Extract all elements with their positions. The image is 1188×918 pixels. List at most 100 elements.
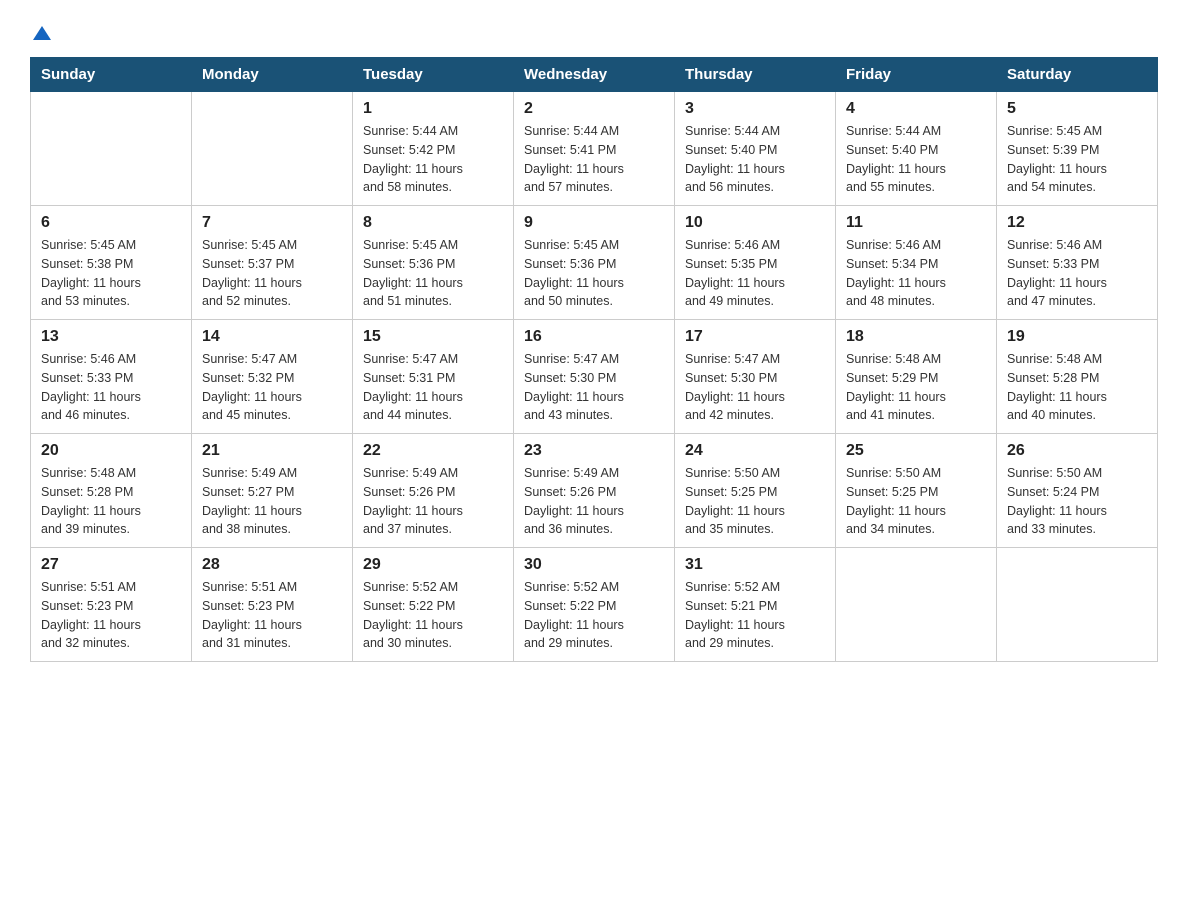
day-cell: 10 Sunrise: 5:46 AM Sunset: 5:35 PM Dayli… bbox=[675, 206, 836, 320]
day-info: Sunrise: 5:45 AM Sunset: 5:37 PM Dayligh… bbox=[202, 236, 342, 311]
day-number: 27 bbox=[41, 556, 181, 574]
day-number: 25 bbox=[846, 442, 986, 460]
day-info: Sunrise: 5:52 AM Sunset: 5:22 PM Dayligh… bbox=[363, 578, 503, 653]
day-info: Sunrise: 5:45 AM Sunset: 5:39 PM Dayligh… bbox=[1007, 122, 1147, 197]
day-info: Sunrise: 5:46 AM Sunset: 5:33 PM Dayligh… bbox=[1007, 236, 1147, 311]
day-info: Sunrise: 5:48 AM Sunset: 5:29 PM Dayligh… bbox=[846, 350, 986, 425]
day-cell: 2 Sunrise: 5:44 AM Sunset: 5:41 PM Daylig… bbox=[514, 92, 675, 206]
day-number: 14 bbox=[202, 328, 342, 346]
day-info: Sunrise: 5:47 AM Sunset: 5:30 PM Dayligh… bbox=[685, 350, 825, 425]
day-info: Sunrise: 5:50 AM Sunset: 5:25 PM Dayligh… bbox=[685, 464, 825, 539]
day-number: 19 bbox=[1007, 328, 1147, 346]
weekday-header-row: SundayMondayTuesdayWednesdayThursdayFrid… bbox=[31, 58, 1158, 92]
day-cell: 11Sunrise: 5:46 AM Sunset: 5:34 PM Dayli… bbox=[836, 206, 997, 320]
day-info: Sunrise: 5:50 AM Sunset: 5:24 PM Dayligh… bbox=[1007, 464, 1147, 539]
day-number: 1 bbox=[363, 100, 503, 118]
day-number: 23 bbox=[524, 442, 664, 460]
day-cell bbox=[31, 92, 192, 206]
day-info: Sunrise: 5:50 AM Sunset: 5:25 PM Dayligh… bbox=[846, 464, 986, 539]
day-number: 26 bbox=[1007, 442, 1147, 460]
day-info: Sunrise: 5:47 AM Sunset: 5:30 PM Dayligh… bbox=[524, 350, 664, 425]
day-number: 13 bbox=[41, 328, 181, 346]
day-info: Sunrise: 5:44 AM Sunset: 5:42 PM Dayligh… bbox=[363, 122, 503, 197]
weekday-header-saturday: Saturday bbox=[997, 58, 1158, 92]
weekday-header-tuesday: Tuesday bbox=[353, 58, 514, 92]
day-cell: 1 Sunrise: 5:44 AM Sunset: 5:42 PM Daylig… bbox=[353, 92, 514, 206]
day-cell bbox=[997, 548, 1158, 662]
day-number: 29 bbox=[363, 556, 503, 574]
weekday-header-thursday: Thursday bbox=[675, 58, 836, 92]
logo bbox=[30, 20, 51, 47]
day-info: Sunrise: 5:46 AM Sunset: 5:33 PM Dayligh… bbox=[41, 350, 181, 425]
day-number: 21 bbox=[202, 442, 342, 460]
day-number: 22 bbox=[363, 442, 503, 460]
calendar-table: SundayMondayTuesdayWednesdayThursdayFrid… bbox=[30, 57, 1158, 662]
day-cell: 14 Sunrise: 5:47 AM Sunset: 5:32 PM Dayli… bbox=[192, 320, 353, 434]
day-info: Sunrise: 5:49 AM Sunset: 5:26 PM Dayligh… bbox=[363, 464, 503, 539]
day-cell: 25 Sunrise: 5:50 AM Sunset: 5:25 PM Dayli… bbox=[836, 434, 997, 548]
day-number: 2 bbox=[524, 100, 664, 118]
week-row-4: 20Sunrise: 5:48 AM Sunset: 5:28 PM Dayli… bbox=[31, 434, 1158, 548]
day-number: 20 bbox=[41, 442, 181, 460]
day-cell: 22 Sunrise: 5:49 AM Sunset: 5:26 PM Dayli… bbox=[353, 434, 514, 548]
day-number: 18 bbox=[846, 328, 986, 346]
day-cell: 26 Sunrise: 5:50 AM Sunset: 5:24 PM Dayli… bbox=[997, 434, 1158, 548]
day-info: Sunrise: 5:47 AM Sunset: 5:32 PM Dayligh… bbox=[202, 350, 342, 425]
day-cell: 6 Sunrise: 5:45 AM Sunset: 5:38 PM Daylig… bbox=[31, 206, 192, 320]
day-cell: 28 Sunrise: 5:51 AM Sunset: 5:23 PM Dayli… bbox=[192, 548, 353, 662]
day-cell: 31Sunrise: 5:52 AM Sunset: 5:21 PM Dayli… bbox=[675, 548, 836, 662]
day-number: 5 bbox=[1007, 100, 1147, 118]
day-number: 3 bbox=[685, 100, 825, 118]
day-cell: 7Sunrise: 5:45 AM Sunset: 5:37 PM Daylig… bbox=[192, 206, 353, 320]
day-info: Sunrise: 5:45 AM Sunset: 5:36 PM Dayligh… bbox=[524, 236, 664, 311]
day-cell: 5 Sunrise: 5:45 AM Sunset: 5:39 PM Daylig… bbox=[997, 92, 1158, 206]
day-cell: 24 Sunrise: 5:50 AM Sunset: 5:25 PM Dayli… bbox=[675, 434, 836, 548]
day-info: Sunrise: 5:51 AM Sunset: 5:23 PM Dayligh… bbox=[202, 578, 342, 653]
day-number: 12 bbox=[1007, 214, 1147, 232]
day-cell: 30Sunrise: 5:52 AM Sunset: 5:22 PM Dayli… bbox=[514, 548, 675, 662]
day-info: Sunrise: 5:51 AM Sunset: 5:23 PM Dayligh… bbox=[41, 578, 181, 653]
day-info: Sunrise: 5:48 AM Sunset: 5:28 PM Dayligh… bbox=[1007, 350, 1147, 425]
week-row-5: 27 Sunrise: 5:51 AM Sunset: 5:23 PM Dayli… bbox=[31, 548, 1158, 662]
day-number: 15 bbox=[363, 328, 503, 346]
day-number: 6 bbox=[41, 214, 181, 232]
day-cell: 19 Sunrise: 5:48 AM Sunset: 5:28 PM Dayli… bbox=[997, 320, 1158, 434]
day-cell: 3 Sunrise: 5:44 AM Sunset: 5:40 PM Daylig… bbox=[675, 92, 836, 206]
day-info: Sunrise: 5:47 AM Sunset: 5:31 PM Dayligh… bbox=[363, 350, 503, 425]
weekday-header-wednesday: Wednesday bbox=[514, 58, 675, 92]
day-number: 17 bbox=[685, 328, 825, 346]
day-cell: 16 Sunrise: 5:47 AM Sunset: 5:30 PM Dayli… bbox=[514, 320, 675, 434]
day-number: 28 bbox=[202, 556, 342, 574]
day-cell: 8Sunrise: 5:45 AM Sunset: 5:36 PM Daylig… bbox=[353, 206, 514, 320]
day-number: 24 bbox=[685, 442, 825, 460]
day-info: Sunrise: 5:46 AM Sunset: 5:34 PM Dayligh… bbox=[846, 236, 986, 311]
logo-triangle-icon bbox=[33, 24, 51, 47]
day-number: 9 bbox=[524, 214, 664, 232]
day-cell: 23 Sunrise: 5:49 AM Sunset: 5:26 PM Dayli… bbox=[514, 434, 675, 548]
day-info: Sunrise: 5:44 AM Sunset: 5:41 PM Dayligh… bbox=[524, 122, 664, 197]
day-cell: 18 Sunrise: 5:48 AM Sunset: 5:29 PM Dayli… bbox=[836, 320, 997, 434]
day-number: 30 bbox=[524, 556, 664, 574]
day-cell: 4 Sunrise: 5:44 AM Sunset: 5:40 PM Daylig… bbox=[836, 92, 997, 206]
day-cell bbox=[836, 548, 997, 662]
day-cell: 27 Sunrise: 5:51 AM Sunset: 5:23 PM Dayli… bbox=[31, 548, 192, 662]
day-info: Sunrise: 5:46 AM Sunset: 5:35 PM Dayligh… bbox=[685, 236, 825, 311]
day-number: 16 bbox=[524, 328, 664, 346]
day-cell: 13 Sunrise: 5:46 AM Sunset: 5:33 PM Dayli… bbox=[31, 320, 192, 434]
day-info: Sunrise: 5:44 AM Sunset: 5:40 PM Dayligh… bbox=[685, 122, 825, 197]
day-number: 4 bbox=[846, 100, 986, 118]
day-cell: 9 Sunrise: 5:45 AM Sunset: 5:36 PM Daylig… bbox=[514, 206, 675, 320]
week-row-1: 1 Sunrise: 5:44 AM Sunset: 5:42 PM Daylig… bbox=[31, 92, 1158, 206]
day-info: Sunrise: 5:45 AM Sunset: 5:38 PM Dayligh… bbox=[41, 236, 181, 311]
day-cell: 12 Sunrise: 5:46 AM Sunset: 5:33 PM Dayli… bbox=[997, 206, 1158, 320]
day-info: Sunrise: 5:44 AM Sunset: 5:40 PM Dayligh… bbox=[846, 122, 986, 197]
week-row-3: 13 Sunrise: 5:46 AM Sunset: 5:33 PM Dayli… bbox=[31, 320, 1158, 434]
day-cell: 17 Sunrise: 5:47 AM Sunset: 5:30 PM Dayli… bbox=[675, 320, 836, 434]
day-cell: 29 Sunrise: 5:52 AM Sunset: 5:22 PM Dayli… bbox=[353, 548, 514, 662]
day-info: Sunrise: 5:52 AM Sunset: 5:21 PM Dayligh… bbox=[685, 578, 825, 653]
day-cell bbox=[192, 92, 353, 206]
weekday-header-friday: Friday bbox=[836, 58, 997, 92]
day-cell: 15 Sunrise: 5:47 AM Sunset: 5:31 PM Dayli… bbox=[353, 320, 514, 434]
day-number: 10 bbox=[685, 214, 825, 232]
day-info: Sunrise: 5:49 AM Sunset: 5:26 PM Dayligh… bbox=[524, 464, 664, 539]
